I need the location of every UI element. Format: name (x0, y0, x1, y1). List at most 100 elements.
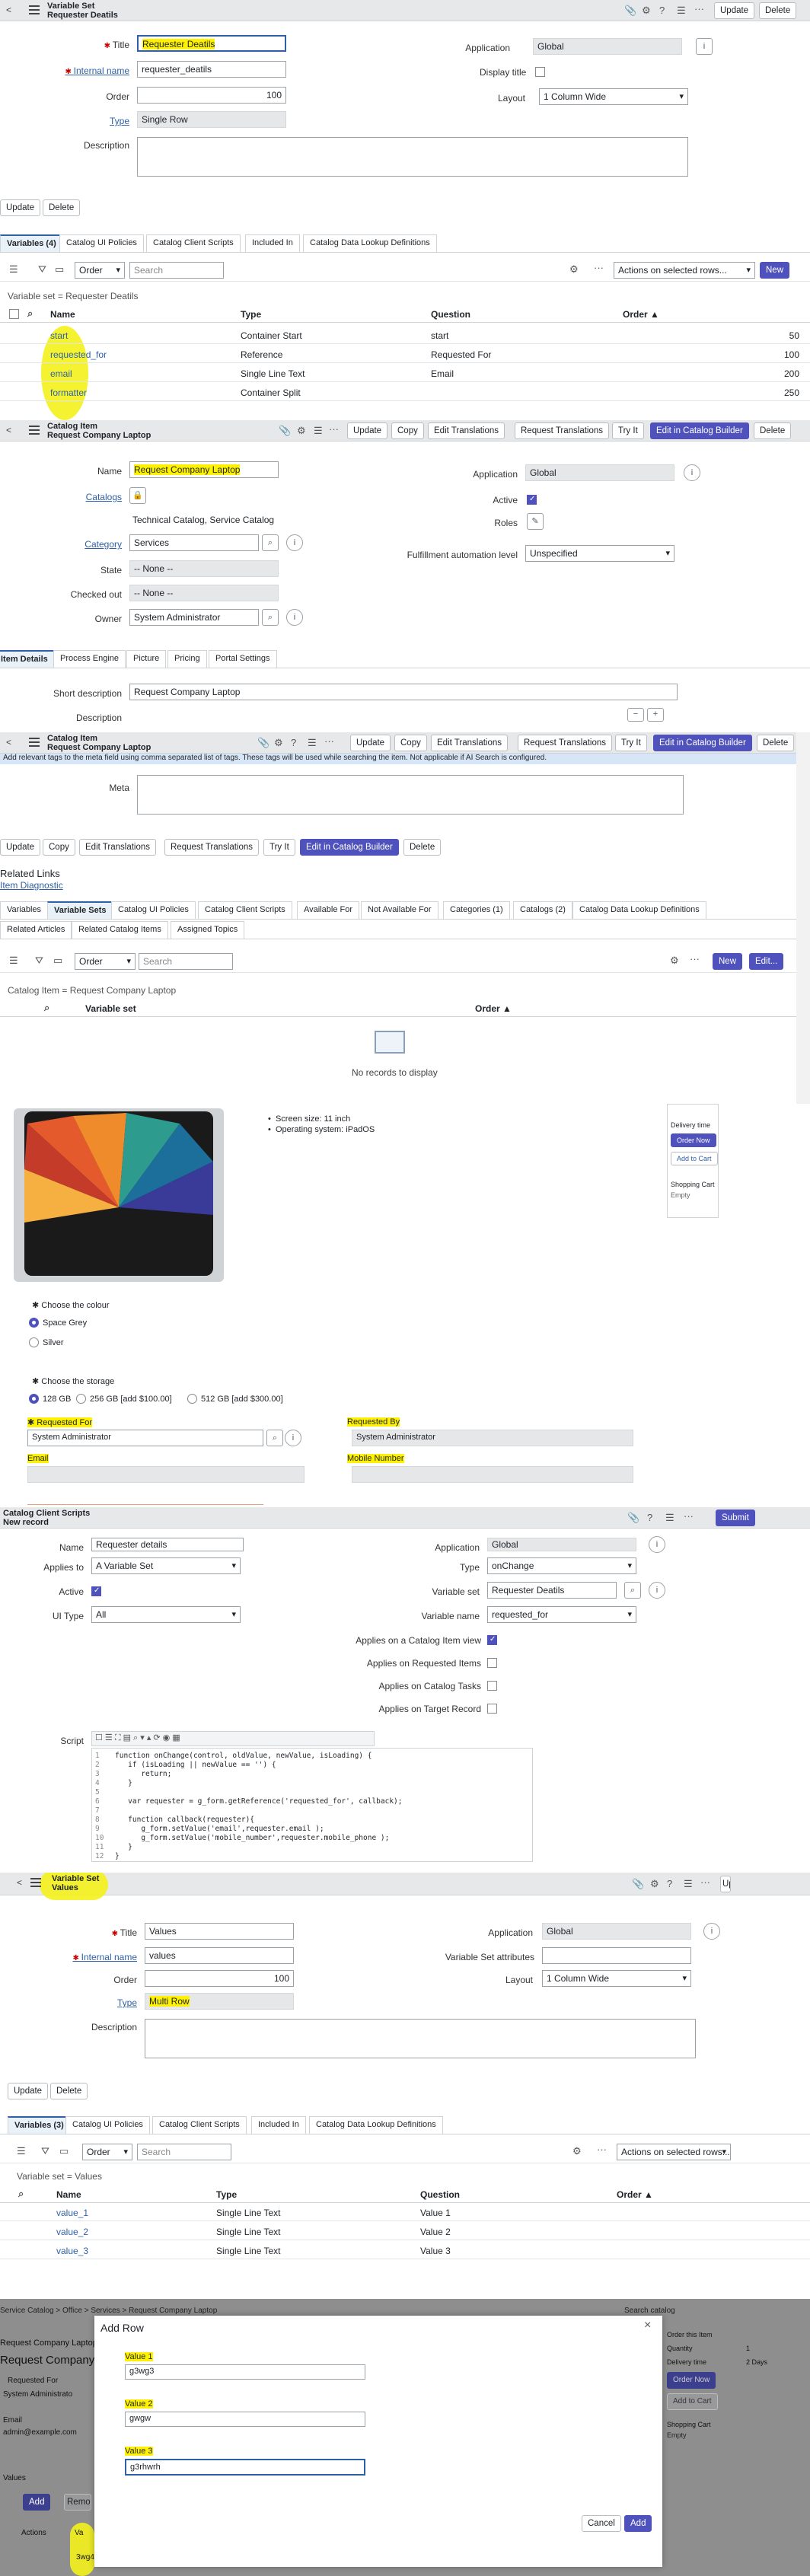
row-name[interactable]: value_1 (56, 2208, 88, 2218)
order-input[interactable]: 100 (145, 1970, 294, 1987)
request-translations-button[interactable]: Request Translations (518, 735, 613, 751)
help-icon[interactable]: ? (667, 1878, 672, 1889)
meta-textarea[interactable] (137, 775, 684, 815)
more-icon[interactable]: ··· (700, 1876, 710, 1888)
delete-button[interactable]: Delete (757, 735, 795, 751)
info-icon[interactable]: i (684, 464, 700, 481)
type-label[interactable]: Type (84, 1997, 137, 2008)
attachment-icon[interactable]: 📎 (624, 5, 636, 17)
activity-icon[interactable]: ⚙ (642, 5, 651, 17)
attachment-icon[interactable]: 📎 (632, 1878, 644, 1890)
row-name[interactable]: value_2 (56, 2227, 88, 2237)
funnel-icon[interactable]: ▭ (55, 263, 64, 276)
col-question[interactable]: Question (431, 309, 470, 320)
funnel-icon[interactable]: ▭ (53, 955, 62, 967)
edit-in-catalog-builder-button[interactable]: Edit in Catalog Builder (650, 422, 749, 439)
attachment-icon[interactable]: 📎 (279, 425, 291, 437)
help-icon[interactable]: ? (659, 5, 665, 16)
activity-icon[interactable]: ⚙ (650, 1878, 659, 1890)
order-input[interactable]: 100 (137, 87, 286, 104)
info-icon[interactable]: i (286, 534, 303, 551)
gear-icon[interactable]: ⚙ (572, 2145, 582, 2157)
requested-for-input[interactable]: System Administrator (27, 1430, 263, 1446)
settings-icon[interactable]: ☰ (677, 5, 686, 17)
update-button-bottom[interactable]: Update (0, 199, 41, 216)
script-editor[interactable]: 1 2 3 4 5 6 7 8 9 10 11 12 function onCh… (91, 1748, 533, 1862)
delete-button[interactable]: Delete (759, 2, 797, 19)
breadcrumb[interactable]: Variable set = Values (17, 2171, 102, 2182)
col-name[interactable]: Name (56, 2189, 81, 2200)
info-icon[interactable]: i (649, 1536, 665, 1553)
tab-pricing[interactable]: Pricing (167, 650, 207, 668)
menu-icon[interactable] (30, 1878, 41, 1887)
col-type[interactable]: Type (241, 309, 261, 320)
radio-256gb[interactable] (76, 1394, 86, 1404)
add-to-cart-button[interactable]: Add to Cart (671, 1152, 718, 1165)
applies-to-select[interactable]: A Variable Set (91, 1557, 241, 1574)
layout-select[interactable]: 1 Column Wide (542, 1970, 691, 1987)
submit-button[interactable]: Submit (716, 1510, 755, 1526)
gear-icon[interactable]: ⚙ (670, 955, 679, 967)
more-icon[interactable]: ··· (690, 953, 700, 964)
tab-assigned-topics[interactable]: Assigned Topics (171, 921, 245, 939)
more-icon[interactable]: ··· (329, 423, 339, 435)
help-icon[interactable]: ? (291, 737, 296, 748)
variable-name-select[interactable]: requested_for (487, 1606, 636, 1623)
settings-icon[interactable]: ☰ (314, 425, 323, 437)
category-label[interactable]: Category (46, 539, 122, 550)
table-row[interactable]: formatter Container Split 250 (0, 383, 810, 401)
menu-icon[interactable] (29, 5, 40, 14)
list-menu-icon[interactable]: ☰ (9, 955, 18, 967)
update-button-bottom[interactable]: Update (0, 839, 41, 856)
settings-icon[interactable]: ☰ (308, 737, 317, 749)
collapse-icon[interactable]: − (627, 708, 644, 722)
back-icon[interactable]: < (17, 1877, 22, 1888)
funnel-icon[interactable]: ▭ (59, 2145, 69, 2157)
tab-variables[interactable]: Variables (4) (0, 234, 63, 252)
table-row[interactable]: start Container Start start 50 (0, 326, 810, 344)
breadcrumb[interactable]: Variable set = Requester Deatils (8, 291, 139, 301)
row-name[interactable]: value_3 (56, 2246, 88, 2256)
catalogs-label[interactable]: Catalogs (46, 492, 122, 502)
lock-icon[interactable]: 🔒 (129, 487, 146, 504)
tab-data-lookup[interactable]: Catalog Data Lookup Definitions (309, 2116, 443, 2134)
name-input[interactable]: Requester details (91, 1538, 244, 1551)
col-order[interactable]: Order ▲ (623, 309, 659, 320)
copy-button-bottom[interactable]: Copy (43, 839, 75, 856)
menu-icon[interactable] (29, 738, 40, 747)
tab-available-for[interactable]: Available For (297, 901, 359, 919)
tab-related-catalog-items[interactable]: Related Catalog Items (72, 921, 168, 939)
col-name[interactable]: Name (50, 309, 75, 320)
tab-variable-sets[interactable]: Variable Sets (47, 901, 113, 919)
search-icon[interactable]: ⌕ (18, 2188, 24, 2200)
search-input[interactable]: Search (137, 2144, 231, 2160)
try-it-button[interactable]: Try It (612, 422, 644, 439)
tab-included-in[interactable]: Included In (245, 234, 300, 252)
info-icon[interactable]: i (285, 1430, 301, 1446)
tab-catalog-ui-policies[interactable]: Catalog UI Policies (65, 2116, 150, 2134)
row-name[interactable]: email (50, 368, 72, 379)
tab-included-in[interactable]: Included In (251, 2116, 306, 2134)
toolbar-icon[interactable]: ☐ ☰ ⛶ ▤ ⌕ ▾ ▴ ⟳ ◉ ▦ (95, 1733, 180, 1743)
col-question[interactable]: Question (420, 2189, 460, 2200)
radio-space-grey[interactable] (29, 1318, 39, 1328)
delete-button-bottom[interactable]: Delete (403, 839, 442, 856)
actions-select[interactable]: Actions on selected rows... (617, 2144, 731, 2160)
edit-translations-button[interactable]: Edit Translations (431, 735, 509, 751)
settings-icon[interactable]: ☰ (684, 1878, 693, 1890)
more-icon[interactable]: ··· (597, 2144, 607, 2155)
tab-picture[interactable]: Picture (126, 650, 167, 668)
edit-in-catalog-builder-button-bottom[interactable]: Edit in Catalog Builder (300, 839, 399, 856)
name-input[interactable]: Request Company Laptop (129, 461, 279, 478)
radio-128gb[interactable] (29, 1394, 39, 1404)
attributes-input[interactable] (542, 1947, 691, 1964)
search-input[interactable]: Search (139, 953, 233, 970)
info-icon[interactable]: i (286, 609, 303, 626)
new-button[interactable]: New (760, 262, 790, 279)
filter-icon[interactable]: ⛛ (41, 2145, 49, 2157)
view-checkbox[interactable] (487, 1635, 497, 1645)
order-select[interactable]: Order (75, 953, 136, 970)
internal-name-label[interactable]: ✱ Internal name (53, 65, 129, 76)
add-button[interactable]: Add (624, 2515, 652, 2532)
internal-name-input[interactable]: requester_deatils (137, 61, 286, 78)
